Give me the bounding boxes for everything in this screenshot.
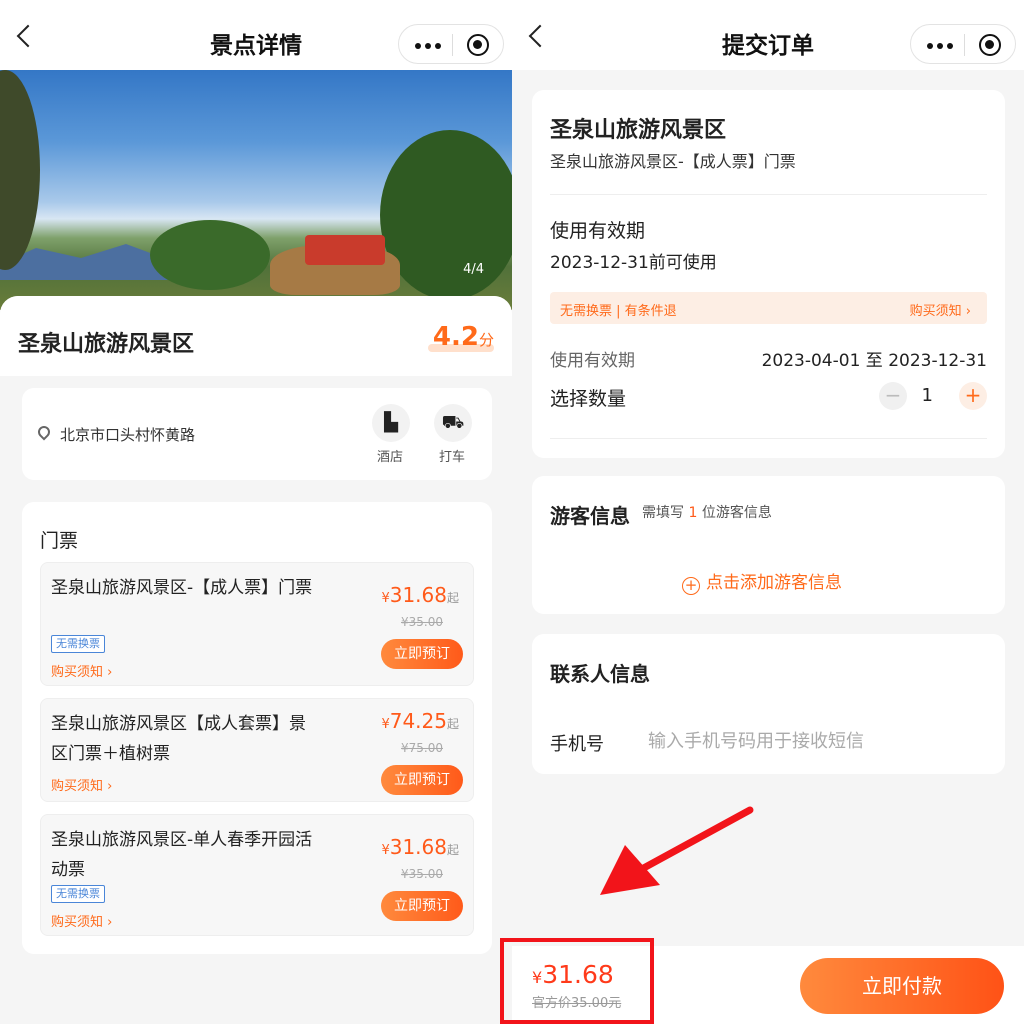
quantity-value: 1 (921, 385, 933, 406)
capsule-divider (452, 34, 453, 56)
policy-text: 无需换票 | 有条件退 (560, 304, 677, 319)
address-text: 北京市口头村怀黄路 (60, 426, 196, 444)
saddle-shape (305, 235, 385, 265)
rating-score: 4.2分 (433, 322, 494, 352)
more-icon[interactable] (927, 43, 953, 49)
original-price: ¥35.00 (401, 867, 443, 881)
hotel-label[interactable]: 酒店 (377, 446, 403, 465)
contact-info-card: 联系人信息 手机号 (532, 634, 1005, 774)
ticket-price: ¥31.68起 (381, 583, 459, 607)
spot-header: 圣泉山旅游风景区 4.2分 (0, 296, 512, 376)
book-now-button[interactable]: 立即预订 (381, 639, 463, 669)
purchase-notice-link[interactable]: 购买须知 › (910, 300, 971, 319)
purchase-notice-link[interactable]: 购买须知 › (51, 661, 112, 680)
photo-counter: 4/4 (463, 262, 484, 277)
pay-now-button[interactable]: 立即付款 (800, 958, 1004, 1014)
score-unit: 分 (478, 331, 494, 349)
visitor-title: 游客信息 (550, 504, 630, 528)
tree-shape (150, 220, 270, 290)
ticket-name: 圣泉山旅游风景区【成人套票】景区门票＋植树票 (51, 714, 306, 764)
tickets-card: 门票 圣泉山旅游风景区-【成人票】门票 无需换票 购买须知 › ¥31.68起 … (22, 502, 492, 954)
price-value: 74.25 (389, 709, 447, 733)
order-info-card: 圣泉山旅游风景区 圣泉山旅游风景区-【成人票】门票 使用有效期 2023-12-… (532, 90, 1005, 458)
phone-label: 手机号 (550, 734, 604, 755)
price-qualifier: 起 (446, 591, 459, 605)
capsule-divider (964, 34, 965, 56)
period-label: 使用有效期 (550, 351, 635, 371)
address-card[interactable]: 北京市口头村怀黄路 ▙ 酒店 ⛟ 打车 (22, 388, 492, 480)
ticket-item[interactable]: 圣泉山旅游风景区-单人春季开园活动票 无需换票 购买须知 › ¥31.68起 ¥… (40, 814, 474, 936)
book-now-button[interactable]: 立即预订 (381, 891, 463, 921)
phone-input[interactable] (648, 726, 978, 756)
mini-program-capsule (910, 24, 1016, 64)
no-exchange-tag: 无需换票 (51, 885, 105, 903)
currency-symbol: ¥ (381, 717, 390, 732)
tree-shape (0, 70, 40, 270)
contact-title: 联系人信息 (550, 662, 650, 686)
divider (550, 438, 987, 439)
quantity-decrement-button[interactable]: − (879, 382, 907, 410)
visitor-hint: 需填写 1 位游客信息 (642, 502, 772, 522)
spot-name: 圣泉山旅游风景区 (18, 332, 195, 357)
mini-program-capsule (398, 24, 504, 64)
hint-post: 位游客信息 (701, 505, 772, 521)
taxi-icon[interactable]: ⛟ (434, 404, 472, 442)
close-miniprogram-icon[interactable] (979, 34, 1001, 56)
taxi-label[interactable]: 打车 (439, 446, 465, 465)
ticket-policy-strip[interactable]: 无需换票 | 有条件退 购买须知 › (550, 292, 987, 324)
currency-symbol: ¥ (381, 591, 390, 606)
validity-label: 使用有效期 (550, 220, 646, 242)
divider (550, 194, 987, 195)
original-price: ¥35.00 (401, 615, 443, 629)
attraction-detail-screen: 景点详情 4/4 圣泉山旅游风景区 4.2分 北京市口头村怀黄路 ▙ 酒店 ⛟ … (0, 0, 512, 1024)
price-qualifier: 起 (446, 843, 459, 857)
submit-order-screen: 提交订单 圣泉山旅游风景区 圣泉山旅游风景区-【成人票】门票 使用有效期 202… (512, 0, 1024, 1024)
visitor-info-card: 游客信息 需填写 1 位游客信息 + 点击添加游客信息 (532, 476, 1005, 614)
purchase-notice-link[interactable]: 购买须知 › (51, 775, 112, 794)
ticket-price: ¥31.68起 (381, 835, 459, 859)
book-now-button[interactable]: 立即预订 (381, 765, 463, 795)
nav-bar: 景点详情 (0, 0, 512, 70)
original-price: ¥75.00 (401, 741, 443, 755)
price-value: 31.68 (389, 583, 447, 607)
score-value: 4.2 (432, 322, 479, 352)
price-qualifier: 起 (446, 717, 459, 731)
hint-count: 1 (688, 505, 698, 521)
nav-bar: 提交订单 (512, 0, 1024, 70)
ticket-price: ¥74.25起 (381, 709, 459, 733)
validity-value: 2023-12-31前可使用 (550, 253, 717, 273)
no-exchange-tag: 无需换票 (51, 635, 105, 653)
order-ticket-name: 圣泉山旅游风景区-【成人票】门票 (550, 152, 796, 171)
ticket-name: 圣泉山旅游风景区-单人春季开园活动票 (51, 830, 313, 880)
hint-pre: 需填写 (642, 505, 684, 521)
price-value: 31.68 (389, 835, 447, 859)
more-icon[interactable] (415, 43, 441, 49)
quantity-increment-button[interactable]: + (959, 382, 987, 410)
hotel-icon[interactable]: ▙ (372, 404, 410, 442)
close-miniprogram-icon[interactable] (467, 34, 489, 56)
ticket-name: 圣泉山旅游风景区-【成人票】门票 (51, 578, 313, 598)
ticket-item[interactable]: 圣泉山旅游风景区-【成人票】门票 无需换票 购买须知 › ¥31.68起 ¥35… (40, 562, 474, 686)
add-visitor-label: 点击添加游客信息 (706, 573, 842, 593)
add-circle-icon: + (682, 577, 700, 595)
tickets-title: 门票 (40, 530, 79, 552)
quantity-label: 选择数量 (550, 388, 627, 410)
order-spot-name: 圣泉山旅游风景区 (550, 118, 727, 143)
add-visitor-button[interactable]: + 点击添加游客信息 (682, 568, 842, 595)
currency-symbol: ¥ (381, 843, 390, 858)
location-pin-icon (35, 423, 53, 441)
period-value: 2023-04-01 至 2023-12-31 (761, 351, 987, 371)
hero-photo[interactable]: 4/4 (0, 70, 512, 310)
purchase-notice-link[interactable]: 购买须知 › (51, 911, 112, 930)
highlight-box (500, 938, 654, 1024)
ticket-item[interactable]: 圣泉山旅游风景区【成人套票】景区门票＋植树票 购买须知 › ¥74.25起 ¥7… (40, 698, 474, 802)
